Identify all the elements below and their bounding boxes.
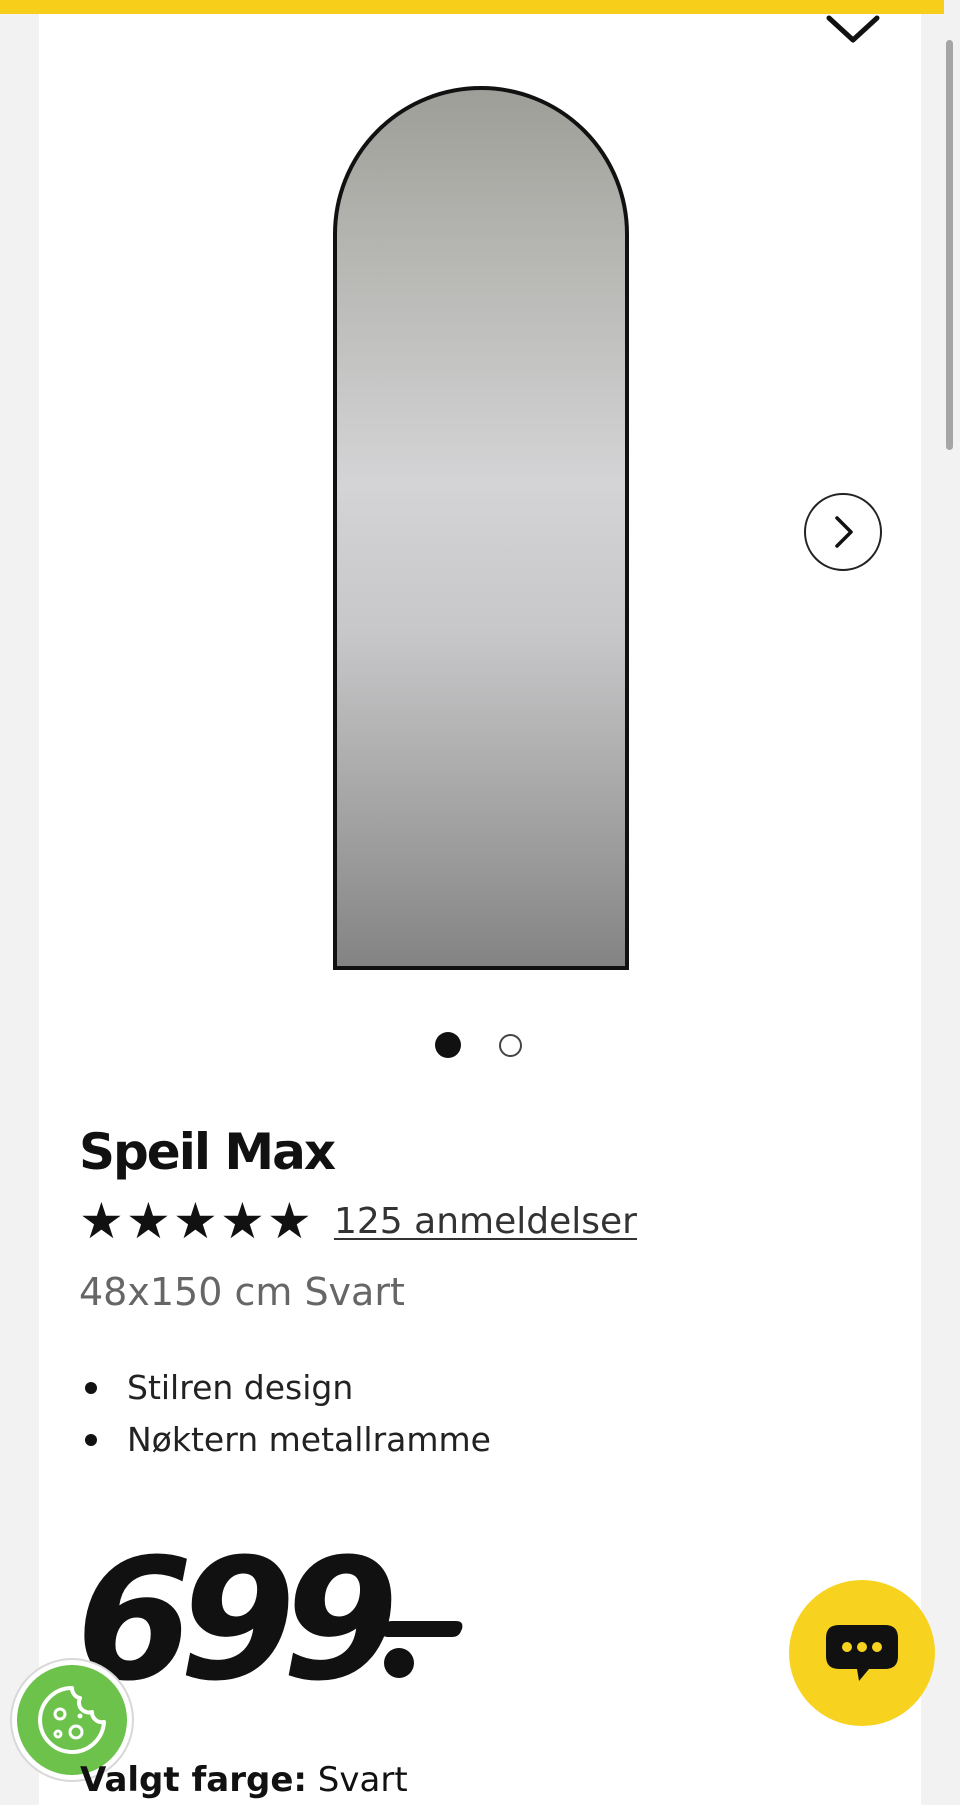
selected-color-label: Valgt farge: (80, 1760, 307, 1800)
feature-item: Stilren design (79, 1362, 491, 1414)
product-image[interactable] (331, 84, 631, 972)
price-dash-icon (378, 1619, 464, 1679)
product-variant: 48x150 cm Svart (79, 1270, 405, 1314)
selected-color-value: Svart (317, 1760, 408, 1800)
gallery-dot-active[interactable] (435, 1032, 461, 1058)
product-title: Speil Max (79, 1123, 336, 1181)
top-accent-bar (0, 0, 960, 14)
chat-button[interactable] (789, 1580, 935, 1726)
chevron-down-icon[interactable] (826, 12, 880, 46)
gallery-dot[interactable] (499, 1034, 522, 1057)
chat-bubble-icon (826, 1625, 898, 1681)
bullet-icon (85, 1382, 97, 1394)
feature-item: Nøktern metallramme (79, 1414, 491, 1466)
reviews-link[interactable]: 125 anmeldelser (334, 1201, 637, 1242)
star-rating: ★ ★ ★ ★ ★ (79, 1194, 314, 1248)
bullet-icon (85, 1434, 97, 1446)
star-icon: ★ (173, 1192, 218, 1250)
gallery-pagination (435, 1032, 531, 1058)
star-icon: ★ (267, 1192, 312, 1250)
selected-color: Valgt farge: Svart (80, 1760, 408, 1800)
star-icon: ★ (79, 1192, 124, 1250)
feature-list: Stilren design Nøktern metallramme (79, 1362, 491, 1466)
scrollbar-thumb[interactable] (946, 40, 953, 450)
next-image-button[interactable] (804, 493, 882, 571)
product-rating: ★ ★ ★ ★ ★ 125 anmeldelser (79, 1194, 637, 1248)
star-icon: ★ (220, 1192, 265, 1250)
chevron-right-icon (835, 516, 853, 548)
cookie-icon (38, 1686, 106, 1754)
star-icon: ★ (126, 1192, 171, 1250)
feature-text: Nøktern metallramme (127, 1420, 491, 1459)
feature-text: Stilren design (127, 1368, 354, 1407)
product-price: 699 (76, 1522, 399, 1718)
